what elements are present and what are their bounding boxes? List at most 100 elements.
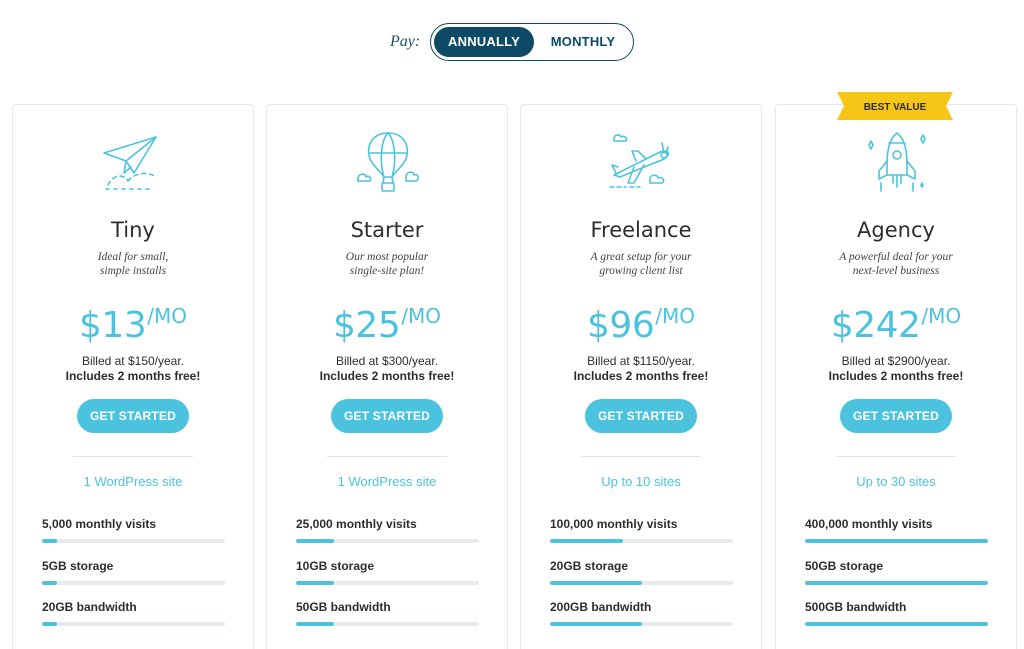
feature-bandwidth: 200GB bandwidth [550, 600, 733, 626]
feature-storage: 50GB storage [805, 559, 988, 585]
feature-bar [550, 622, 733, 626]
feature-bandwidth: 20GB bandwidth [42, 600, 225, 626]
plan-description: A great setup for your growing client li… [590, 251, 692, 277]
feature-bar-fill [42, 539, 57, 543]
annually-option[interactable]: ANNUALLY [434, 27, 534, 57]
feature-label: 20GB bandwidth [42, 600, 137, 614]
plan-card-freelance: Freelance A great setup for your growing… [520, 104, 762, 649]
price-period: /MO [655, 304, 695, 328]
feature-bar [42, 622, 225, 626]
feature-bar-fill [805, 581, 988, 585]
feature-visits: 25,000 monthly visits [296, 517, 479, 543]
price-period: /MO [401, 304, 441, 328]
free-months-text: Includes 2 months free! [319, 369, 455, 383]
billed-text: Billed at $1150/year. [587, 354, 695, 368]
billed-text: Billed at $150/year. [81, 354, 185, 368]
feature-label: 5GB storage [42, 559, 114, 573]
plan-description: Ideal for small, simple installs [97, 251, 169, 277]
sites-count: Up to 30 sites [856, 474, 936, 489]
price-amount: $242 [830, 305, 921, 346]
feature-bar-fill [42, 622, 57, 626]
feature-storage: 20GB storage [550, 559, 733, 585]
billing-toggle[interactable]: ANNUALLY MONTHLY [430, 23, 634, 61]
feature-label: 20GB storage [550, 559, 629, 573]
feature-bar-fill [296, 622, 335, 626]
free-months-text: Includes 2 months free! [573, 369, 709, 383]
plan-card-tiny: Tiny Ideal for small, simple installs $1… [12, 104, 254, 649]
divider [73, 456, 193, 457]
divider [836, 456, 956, 457]
price-period: /MO [921, 304, 962, 328]
feature-bar-fill [550, 539, 624, 543]
feature-bar [296, 539, 479, 543]
feature-label: 200GB bandwidth [550, 600, 652, 614]
get-started-button[interactable]: GET STARTED [840, 399, 952, 433]
feature-bar-fill [296, 581, 335, 585]
plan-price: $13/MO [13, 304, 253, 346]
feature-bar [296, 622, 479, 626]
feature-bar-fill [296, 539, 335, 543]
paper-plane-icon [103, 136, 157, 190]
feature-bar [550, 581, 733, 585]
rocket-icon [868, 132, 926, 192]
plan-description: A powerful deal for your next-level busi… [839, 251, 953, 277]
airplane-icon [609, 134, 670, 188]
plan-name: Starter [350, 218, 424, 242]
feature-bar-fill [805, 622, 988, 626]
billed-text: Billed at $2900/year. [841, 354, 951, 368]
feature-bandwidth: 500GB bandwidth [805, 600, 988, 626]
plan-price: $96/MO [521, 304, 761, 346]
plan-price: $25/MO [267, 304, 507, 346]
billed-text: Billed at $300/year. [335, 354, 439, 368]
price-amount: $25 [333, 305, 401, 346]
feature-bar [296, 581, 479, 585]
get-started-button[interactable]: GET STARTED [331, 399, 443, 433]
price-amount: $96 [587, 305, 655, 346]
divider [327, 456, 447, 457]
feature-storage: 10GB storage [296, 559, 479, 585]
feature-label: 5,000 monthly visits [42, 517, 157, 531]
feature-bar-fill [550, 622, 642, 626]
plan-name: Freelance [590, 218, 692, 242]
sites-count: Up to 10 sites [601, 474, 681, 489]
best-value-ribbon: BEST VALUE [837, 92, 953, 120]
feature-bar-fill [805, 539, 988, 543]
billing-toggle-group: Pay: ANNUALLY MONTHLY [0, 23, 1024, 61]
feature-bar [42, 581, 225, 585]
plan-name: Tiny [111, 218, 155, 242]
feature-label: 400,000 monthly visits [805, 517, 933, 531]
feature-label: 25,000 monthly visits [296, 517, 417, 531]
feature-bar [550, 539, 733, 543]
feature-label: 50GB bandwidth [296, 600, 391, 614]
feature-label: 50GB storage [805, 559, 884, 573]
feature-storage: 5GB storage [42, 559, 225, 585]
sites-count: 1 WordPress site [83, 474, 183, 489]
free-months-text: Includes 2 months free! [828, 369, 964, 383]
plan-price: $242/MO [776, 304, 1016, 346]
feature-label: 10GB storage [296, 559, 375, 573]
plan-card-starter: Starter Our most popular single-site pla… [266, 104, 508, 649]
monthly-option[interactable]: MONTHLY [535, 27, 631, 57]
feature-bar [805, 581, 988, 585]
feature-visits: 100,000 monthly visits [550, 517, 733, 543]
plan-description: Our most popular single-site plan! [345, 251, 429, 277]
feature-bar-fill [42, 581, 57, 585]
feature-visits: 5,000 monthly visits [42, 517, 225, 543]
feature-bar-fill [550, 581, 642, 585]
plan-name: Agency [857, 218, 935, 242]
free-months-text: Includes 2 months free! [65, 369, 201, 383]
feature-bandwidth: 50GB bandwidth [296, 600, 479, 626]
feature-visits: 400,000 monthly visits [805, 517, 988, 543]
price-period: /MO [147, 304, 187, 328]
feature-label: 500GB bandwidth [805, 600, 907, 614]
feature-bar [805, 539, 988, 543]
get-started-button[interactable]: GET STARTED [585, 399, 697, 433]
get-started-button[interactable]: GET STARTED [77, 399, 189, 433]
feature-bar [42, 539, 225, 543]
hot-air-balloon-icon [357, 132, 419, 192]
feature-label: 100,000 monthly visits [550, 517, 678, 531]
divider [581, 456, 701, 457]
sites-count: 1 WordPress site [337, 474, 437, 489]
plan-card-agency: Agency A powerful deal for your next-lev… [775, 104, 1017, 649]
feature-bar [805, 622, 988, 626]
